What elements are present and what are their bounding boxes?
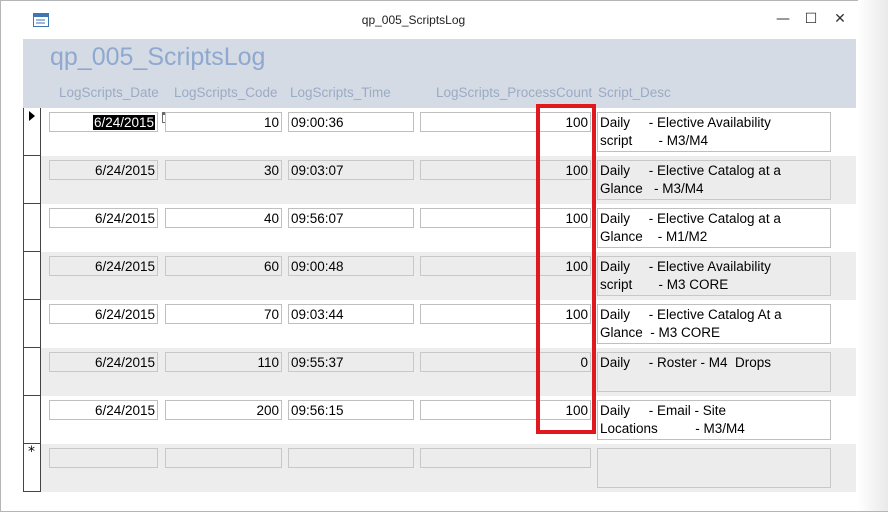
time-field[interactable]: 09:03:44	[288, 304, 414, 324]
code-field[interactable]	[165, 448, 282, 468]
access-form-window: qp_005_ScriptsLog — ☐ ✕ qp_005_ScriptsLo…	[0, 0, 888, 512]
window-title: qp_005_ScriptsLog	[361, 13, 466, 27]
time-field[interactable]: 09:56:15	[288, 400, 414, 420]
column-label-script-desc: Script_Desc	[598, 85, 671, 100]
script-desc-field[interactable]: Daily - Elective Catalog at a Glance - M…	[597, 160, 831, 200]
record-selector[interactable]	[23, 300, 41, 348]
record-selector[interactable]	[23, 348, 41, 396]
script-desc-field[interactable]: Daily - Email - Site Locations - M3/M4	[597, 400, 831, 440]
record-row: 6/24/2015 10 09:00:36 100 Daily - Electi…	[23, 108, 856, 156]
process-count-field[interactable]: 100	[420, 304, 591, 324]
record-selector[interactable]	[23, 156, 41, 204]
code-field[interactable]: 70	[165, 304, 282, 324]
process-count-field[interactable]: 100	[420, 112, 591, 132]
column-label-date: LogScripts_Date	[59, 85, 159, 100]
process-count-field[interactable]: 0	[420, 352, 591, 372]
date-field[interactable]	[49, 448, 158, 468]
date-field[interactable]: 6/24/2015	[49, 112, 158, 132]
new-record-row: *	[23, 444, 856, 492]
process-count-field[interactable]: 100	[420, 256, 591, 276]
new-record-marker: *	[28, 444, 35, 460]
record-row: 6/24/2015 110 09:55:37 0 Daily - Roster …	[23, 348, 856, 396]
process-count-field[interactable]: 100	[420, 400, 591, 420]
process-count-field[interactable]: 100	[420, 208, 591, 228]
script-desc-field[interactable]: Daily - Elective Availability script - M…	[597, 256, 831, 296]
record-row: 6/24/2015 60 09:00:48 100 Daily - Electi…	[23, 252, 856, 300]
close-button[interactable]: ✕	[825, 7, 855, 31]
minimize-button[interactable]: —	[768, 7, 798, 31]
record-row: 6/24/2015 30 09:03:07 100 Daily - Electi…	[23, 156, 856, 204]
record-selector[interactable]	[23, 108, 41, 156]
code-field[interactable]: 200	[165, 400, 282, 420]
process-count-field[interactable]: 100	[420, 160, 591, 180]
record-selector[interactable]: *	[23, 444, 41, 492]
time-field[interactable]: 09:00:48	[288, 256, 414, 276]
record-row: 6/24/2015 200 09:56:15 100 Daily - Email…	[23, 396, 856, 444]
time-field[interactable]	[288, 448, 414, 468]
date-field[interactable]: 6/24/2015	[49, 256, 158, 276]
record-selector[interactable]	[23, 252, 41, 300]
date-field[interactable]: 6/24/2015	[49, 304, 158, 324]
date-field[interactable]: 6/24/2015	[49, 352, 158, 372]
date-field[interactable]: 6/24/2015	[49, 400, 158, 420]
date-field[interactable]: 6/24/2015	[49, 160, 158, 180]
script-desc-field[interactable]: Daily - Elective Catalog at a Glance - M…	[597, 208, 831, 248]
form-title: qp_005_ScriptsLog	[50, 43, 266, 71]
code-field[interactable]: 10	[165, 112, 282, 132]
script-desc-field[interactable]: Daily - Elective Availability script - M…	[597, 112, 831, 152]
date-field[interactable]: 6/24/2015	[49, 208, 158, 228]
maximize-button[interactable]: ☐	[796, 7, 826, 31]
record-selector[interactable]	[23, 396, 41, 444]
record-selector[interactable]	[23, 204, 41, 252]
time-field[interactable]: 09:03:07	[288, 160, 414, 180]
current-record-arrow-icon	[29, 111, 35, 121]
code-field[interactable]: 30	[165, 160, 282, 180]
time-field[interactable]: 09:00:36	[288, 112, 414, 132]
title-bar: qp_005_ScriptsLog — ☐ ✕	[1, 1, 888, 39]
script-desc-field[interactable]	[597, 448, 831, 488]
column-label-code: LogScripts_Code	[174, 85, 278, 100]
code-field[interactable]: 60	[165, 256, 282, 276]
script-desc-field[interactable]: Daily - Roster - M4 Drops	[597, 352, 831, 392]
column-label-time: LogScripts_Time	[290, 85, 391, 100]
form-header: qp_005_ScriptsLog LogScripts_Date LogScr…	[23, 39, 856, 108]
code-field[interactable]: 40	[165, 208, 282, 228]
time-field[interactable]: 09:56:07	[288, 208, 414, 228]
time-field[interactable]: 09:55:37	[288, 352, 414, 372]
form-detail: 6/24/2015 10 09:00:36 100 Daily - Electi…	[23, 108, 856, 493]
process-count-field[interactable]	[420, 448, 591, 468]
record-row: 6/24/2015 40 09:56:07 100 Daily - Electi…	[23, 204, 856, 252]
date-field-value: 6/24/2015	[92, 115, 155, 130]
record-row: 6/24/2015 70 09:03:44 100 Daily - Electi…	[23, 300, 856, 348]
window-edge-shadow	[858, 0, 888, 511]
column-label-process-count: LogScripts_ProcessCount	[436, 85, 593, 100]
code-field[interactable]: 110	[165, 352, 282, 372]
script-desc-field[interactable]: Daily - Elective Catalog At a Glance - M…	[597, 304, 831, 344]
